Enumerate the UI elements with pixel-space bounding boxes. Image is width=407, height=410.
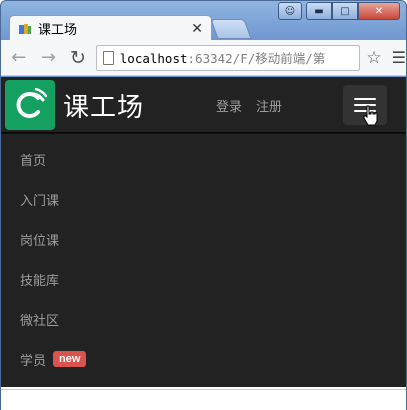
browser-tab[interactable]: 课工场 ✕ [9,15,212,41]
site-navbar: 课工场 登录 注册 [1,77,406,133]
menu-item-label: 技能库 [20,273,60,289]
brand-name: 课工场 [63,92,145,123]
menu-item-label: 微社区 [20,313,60,329]
logo-icon [5,80,55,130]
menu-item-label: 首页 [20,153,47,169]
maximize-button[interactable]: □ [332,2,358,20]
hand-cursor-icon [363,105,378,126]
url-path: :63342/F/移动前端/第 [187,51,326,66]
menu-item-label: 岗位课 [20,233,60,249]
user-profile-icon[interactable]: ☺ [278,2,302,20]
menu-item-intro-course[interactable]: 入门课 [1,179,406,219]
url-text: localhost:63342/F/移动前端/第 [120,48,326,67]
menu-item-label: 入门课 [20,193,60,209]
menu-item-job-course[interactable]: 岗位课 [1,219,406,259]
page-bottom-area [1,389,406,410]
close-tab-icon[interactable]: ✕ [191,21,203,37]
close-window-button[interactable]: ✕ [358,2,400,20]
back-icon[interactable]: ← [7,46,31,70]
page-icon [102,50,114,65]
menu-item-skill-library[interactable]: 技能库 [1,259,406,299]
hamburger-bar [354,98,376,100]
minimize-button[interactable]: ▬ [306,2,332,20]
menu-item-home[interactable]: 首页 [1,139,406,179]
tab-title: 课工场 [38,23,78,38]
login-link[interactable]: 登录 [216,96,242,115]
browser-toolbar: ← → ↻ localhost:63342/F/移动前端/第 ☆ ☰ [1,40,406,76]
menu-item-micro-community[interactable]: 微社区 [1,299,406,339]
browser-menu-icon[interactable]: ☰ [392,48,406,67]
address-bar[interactable]: localhost:63342/F/移动前端/第 [95,44,361,71]
collapsed-menu: 首页 入门课 岗位课 技能库 微社区 学员 new [1,133,406,387]
menu-item-students[interactable]: 学员 new [1,339,406,379]
new-tab-button[interactable] [210,19,252,39]
page-viewport: 课工场 登录 注册 首页 入门课 岗位课 技能库 微社区 学员 new [1,77,406,410]
new-badge: new [53,351,87,367]
url-host: localhost [119,51,188,66]
register-link[interactable]: 注册 [256,96,282,115]
window-controls: ☺ ▬ □ ✕ [278,2,400,20]
reload-icon[interactable]: ↻ [66,46,90,70]
brand[interactable]: 课工场 [5,80,144,130]
forward-icon[interactable]: → [37,46,61,70]
favicon-icon [19,23,31,34]
menu-item-label: 学员 [20,353,47,369]
bookmark-star-icon[interactable]: ☆ [366,48,381,68]
